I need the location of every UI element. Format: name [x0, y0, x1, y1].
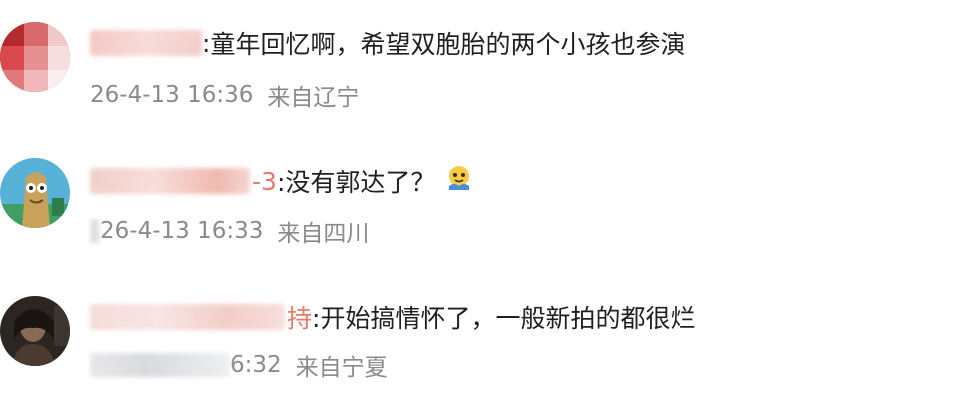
comment-location: 来自辽宁 [267, 85, 360, 111]
comment-line: 持 :开始搞情怀了，一般新拍的都很烂 [90, 300, 695, 334]
comment-location: 来自宁夏 [295, 355, 388, 381]
username-redacted[interactable] [90, 30, 202, 56]
dark-photo-avatar-icon [0, 296, 70, 366]
comment-location: 来自四川 [277, 221, 370, 247]
date-redacted [90, 353, 230, 377]
avatar[interactable] [0, 296, 70, 366]
pleading-emoji-icon [445, 164, 473, 198]
pink-mosaic-avatar-icon [0, 22, 70, 92]
comment-list: : 童年回忆啊，希望双胞胎的两个小孩也参演 26-4-13 16:36 来自辽宁 [0, 0, 974, 408]
comment-line: -3 :没有郭达了？ [90, 164, 473, 198]
comment-meta: 6:32 来自宁夏 [90, 348, 388, 382]
username-redacted[interactable] [90, 168, 250, 194]
name-suffix: 持 [287, 304, 313, 333]
comment-text: :开始搞情怀了，一般新拍的都很烂 [312, 304, 696, 333]
comment-meta: 26-4-13 16:33 来自四川 [90, 214, 369, 248]
comment-line: : 童年回忆啊，希望双胞胎的两个小孩也参演 [90, 26, 685, 60]
name-suffix: -3 [252, 166, 277, 196]
comment-meta: 26-4-13 16:36 来自辽宁 [90, 78, 359, 112]
comment-text: :没有郭达了？ [276, 168, 436, 197]
username-redacted[interactable] [90, 304, 285, 330]
comment-date: 26-4-13 16:33 [100, 218, 264, 244]
avatar[interactable] [0, 158, 70, 228]
name-suffix: : [202, 28, 211, 58]
date-redacted [90, 219, 100, 243]
cartoon-character-avatar-icon [0, 158, 70, 228]
comment-date: 26-4-13 16:36 [90, 82, 254, 108]
comment-date: 6:32 [230, 352, 282, 378]
comment-text: 童年回忆啊，希望双胞胎的两个小孩也参演 [210, 30, 686, 59]
comment-item: : 童年回忆啊，希望双胞胎的两个小孩也参演 26-4-13 16:36 来自辽宁 [0, 0, 974, 130]
avatar[interactable] [0, 22, 70, 92]
comment-item: 持 :开始搞情怀了，一般新拍的都很烂 6:32 来自宁夏 [0, 272, 974, 402]
comment-item: -3 :没有郭达了？ 26-4-13 16:33 来自四川 [0, 136, 974, 266]
